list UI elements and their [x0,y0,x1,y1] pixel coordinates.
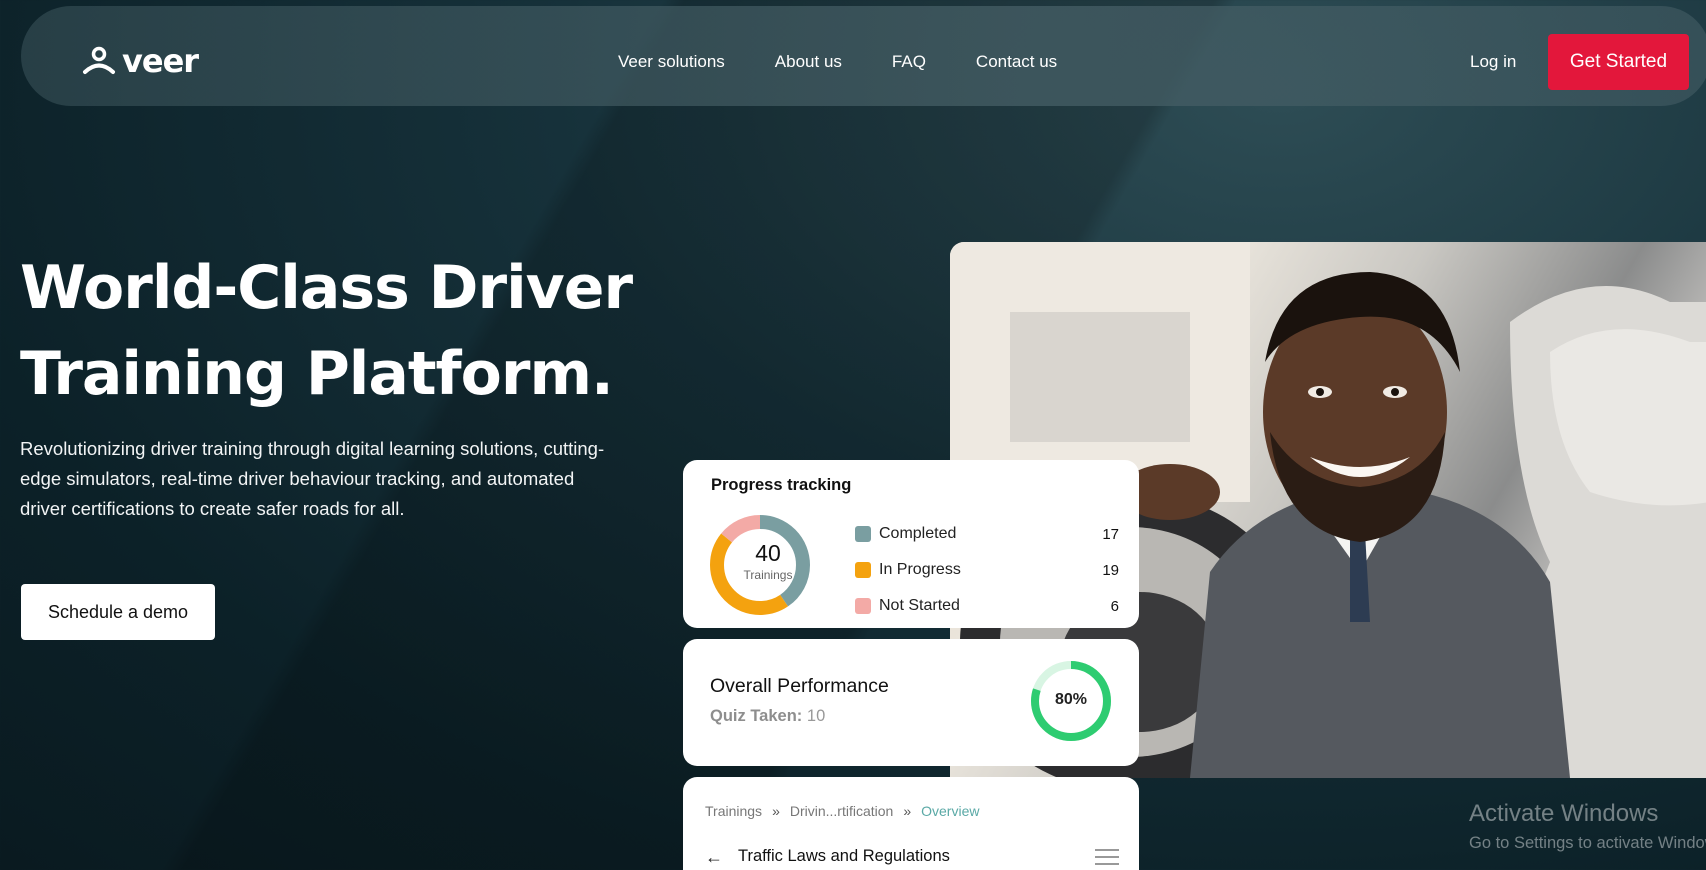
legend-label: Completed [879,525,957,542]
hero-subtitle: Revolutionizing driver training through … [20,438,605,519]
in-progress-swatch [855,562,871,578]
hero-title-line1: World-Class Driver [20,253,633,323]
training-detail-card: Trainings » Drivin...rtification » Overv… [683,777,1139,870]
back-arrow-icon[interactable]: ← [705,847,723,868]
legend-label: Not Started [879,597,960,614]
hamburger-menu-icon[interactable] [1095,849,1119,870]
completed-swatch [855,526,871,542]
nav-link-about-us[interactable]: About us [775,52,842,72]
nav-link-veer-solutions[interactable]: Veer solutions [618,52,725,72]
breadcrumb-trainings[interactable]: Trainings [705,803,762,819]
quiz-taken-text: Quiz Taken: 10 [710,707,825,726]
legend-value: 6 [1110,597,1119,615]
progress-legend: Completed 17 In Progress 19 Not Started … [855,516,1119,624]
hero-title: World-Class Driver Training Platform. [20,245,670,417]
hero-title-line2: Training Platform. [20,339,614,409]
performance-title: Overall Performance [710,675,889,697]
login-link[interactable]: Log in [1470,52,1516,72]
breadcrumb-certification[interactable]: Drivin...rtification [790,803,893,819]
progress-card-title: Progress tracking [711,476,852,494]
windows-activation-title: Activate Windows [1469,800,1659,827]
quiz-taken-label: Quiz Taken: [710,707,803,725]
legend-row-in-progress: In Progress 19 [855,552,1119,588]
brand-name: veer [122,42,199,80]
overall-performance-card: Overall Performance Quiz Taken: 10 80% [683,639,1139,766]
chevron-right-icon: » [903,803,912,819]
legend-label: In Progress [879,561,961,578]
total-trainings-label: Trainings [743,568,793,582]
legend-row-not-started: Not Started 6 [855,588,1119,624]
windows-activation-subtitle: Go to Settings to activate Windows. [1469,834,1706,852]
performance-percent: 80% [1054,691,1088,708]
legend-value: 19 [1102,561,1119,579]
breadcrumb-overview: Overview [921,803,980,819]
top-navbar: veer Veer solutions About us FAQ Contact… [21,6,1706,106]
legend-row-completed: Completed 17 [855,516,1119,552]
chevron-right-icon: » [772,803,780,819]
brand-logo[interactable]: veer [82,42,199,80]
nav-links: Veer solutions About us FAQ Contact us [618,52,1107,72]
training-title: Traffic Laws and Regulations [738,847,950,865]
not-started-swatch [855,598,871,614]
progress-tracking-card: Progress tracking 40 Trainings Completed… [683,460,1139,628]
nav-link-faq[interactable]: FAQ [892,52,926,72]
quiz-taken-value: 10 [806,707,826,725]
schedule-demo-button[interactable]: Schedule a demo [21,584,215,640]
breadcrumb: Trainings » Drivin...rtification » Overv… [705,803,979,819]
user-logo-icon [83,46,115,74]
total-trainings-count: 40 [755,540,781,566]
nav-link-contact-us[interactable]: Contact us [976,52,1057,72]
get-started-button[interactable]: Get Started [1548,34,1689,90]
legend-value: 17 [1102,525,1119,543]
